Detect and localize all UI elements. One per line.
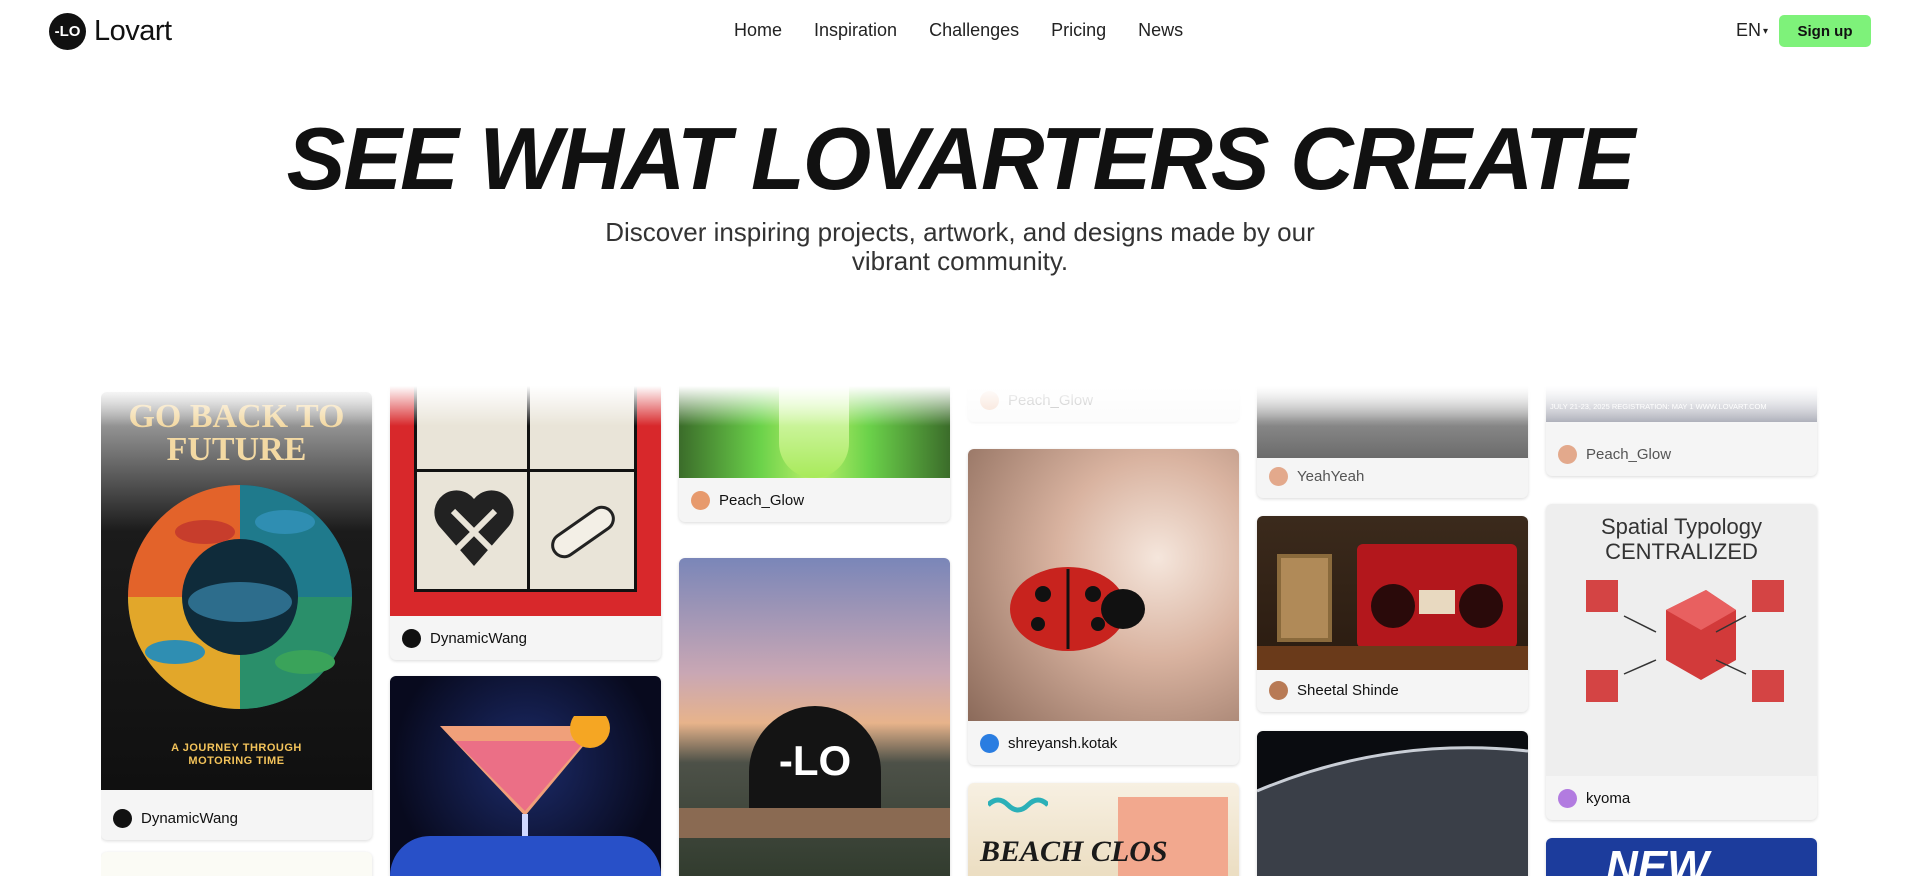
boombox — [1357, 544, 1517, 648]
author-name[interactable]: Peach_Glow — [1008, 392, 1093, 409]
gallery-card[interactable]: YeahYeah — [1257, 386, 1528, 498]
card-meta: shreyansh.kotak — [968, 721, 1239, 765]
logo-text: Lovart — [94, 15, 172, 47]
avatar — [1269, 680, 1288, 700]
avatar — [113, 808, 132, 828]
retro-car-wheel-illustration — [128, 485, 352, 709]
card-meta: Peach_Glow — [679, 478, 950, 522]
logo-mark-icon: -LO — [49, 13, 86, 50]
artwork-title: Spatial Typology CENTRALIZED — [1600, 514, 1763, 564]
gallery-card[interactable] — [101, 852, 372, 876]
artwork-image: JULY 21-23, 2025 REGISTRATION: MAY 1 WWW… — [1546, 386, 1817, 422]
ladybug-illustration — [1010, 567, 1145, 651]
author-name[interactable]: Peach_Glow — [719, 492, 804, 509]
artwork-caption: A JOURNEY THROUGH MOTORING TIME — [171, 742, 302, 767]
metal-curve-illustration — [1257, 746, 1528, 876]
nav-news[interactable]: News — [1138, 20, 1183, 41]
gallery-card[interactable]: GO BACK TO FUTURE A JOURNEY THROUGH MOTO… — [101, 392, 372, 840]
artwork-image — [1257, 731, 1528, 876]
author-name[interactable]: Sheetal Shinde — [1297, 682, 1399, 699]
artwork-image: -LO — [679, 558, 950, 876]
cube-diagram-illustration — [1586, 580, 1784, 702]
heart-icon — [434, 490, 514, 566]
chevron-down-icon: ▾ — [1763, 26, 1769, 37]
avatar — [980, 390, 999, 410]
photo-frame — [1277, 554, 1332, 642]
gallery-column: GO BACK TO FUTURE A JOURNEY THROUGH MOTO… — [101, 386, 372, 876]
card-meta: YeahYeah — [1257, 454, 1528, 498]
avatar — [1558, 788, 1577, 808]
nav-inspiration[interactable]: Inspiration — [814, 20, 897, 41]
gallery-card[interactable] — [1257, 731, 1528, 876]
gallery-card[interactable]: BEACH CLOS — [968, 783, 1239, 876]
card-meta: DynamicWang — [390, 616, 661, 660]
nav-pricing[interactable]: Pricing — [1051, 20, 1106, 41]
card-meta: DynamicWang — [101, 796, 372, 840]
gallery-card[interactable]: JULY 21-23, 2025 REGISTRATION: MAY 1 WWW… — [1546, 386, 1817, 476]
avatar — [1269, 466, 1288, 486]
gallery-grid: GO BACK TO FUTURE A JOURNEY THROUGH MOTO… — [101, 386, 1821, 876]
language-selector[interactable]: EN ▾ — [1736, 20, 1768, 41]
wave-decoration-icon — [988, 797, 1048, 813]
artwork-image — [679, 386, 950, 478]
artwork-title: BEACH CLOS — [980, 835, 1168, 868]
author-name[interactable]: Peach_Glow — [1586, 446, 1671, 463]
avatar — [1558, 444, 1577, 464]
comic-panels — [414, 386, 637, 592]
signup-button[interactable]: Sign up — [1779, 15, 1871, 47]
gallery-card[interactable]: Spatial Typology CENTRALIZED kyoma — [1546, 504, 1817, 820]
gallery-card[interactable]: Sheetal Shinde — [1257, 516, 1528, 712]
artwork-image — [390, 386, 661, 616]
avatar — [691, 490, 710, 510]
author-name[interactable]: DynamicWang — [141, 810, 238, 827]
avatar — [980, 733, 999, 753]
artwork-image — [1257, 516, 1528, 670]
artwork-title: GO BACK TO FUTURE — [128, 398, 345, 468]
avatar — [402, 628, 421, 648]
artwork-image: GO BACK TO FUTURE A JOURNEY THROUGH MOTO… — [101, 392, 372, 790]
artwork-image: NEW — [1546, 838, 1817, 876]
site-header: -LO Lovart Home Inspiration Challenges P… — [0, 0, 1920, 62]
logo[interactable]: -LO Lovart — [49, 13, 172, 50]
hero-title: SEE WHAT LOVARTERS CREATE — [286, 109, 1636, 208]
artwork-image: BEACH CLOS — [968, 783, 1239, 876]
gallery-card[interactable]: shreyansh.kotak — [968, 449, 1239, 765]
artwork-image: Spatial Typology CENTRALIZED — [1546, 504, 1817, 776]
gallery-card[interactable]: -LO — [679, 558, 950, 876]
nav-home[interactable]: Home — [734, 20, 782, 41]
language-label: EN — [1736, 20, 1762, 40]
artwork-image — [390, 676, 661, 876]
gallery-card[interactable]: Peach_Glow — [968, 386, 1239, 422]
artwork-title: NEW — [1606, 842, 1709, 876]
author-name[interactable]: YeahYeah — [1297, 468, 1364, 485]
author-name[interactable]: DynamicWang — [430, 630, 527, 647]
author-name[interactable]: shreyansh.kotak — [1008, 735, 1117, 752]
gallery-card[interactable]: Peach_Glow — [679, 386, 950, 522]
artwork-caption: JULY 21-23, 2025 REGISTRATION: MAY 1 WWW… — [1550, 402, 1767, 411]
gallery-card[interactable] — [390, 676, 661, 876]
nav-challenges[interactable]: Challenges — [929, 20, 1019, 41]
card-meta: Peach_Glow — [968, 386, 1239, 422]
card-meta: Sheetal Shinde — [1257, 668, 1528, 712]
main-nav: Home Inspiration Challenges Pricing News — [734, 20, 1183, 41]
gallery-card[interactable]: NEW — [1546, 838, 1817, 876]
artwork-image — [968, 449, 1239, 721]
author-name[interactable]: kyoma — [1586, 790, 1630, 807]
hero-subtitle: Discover inspiring projects, artwork, an… — [605, 217, 1315, 276]
sphere-logo: -LO — [749, 706, 881, 816]
card-meta: Peach_Glow — [1546, 432, 1817, 476]
gallery-card[interactable]: DynamicWang — [390, 386, 661, 660]
card-meta: kyoma — [1546, 776, 1817, 820]
artwork-image — [1257, 386, 1528, 458]
